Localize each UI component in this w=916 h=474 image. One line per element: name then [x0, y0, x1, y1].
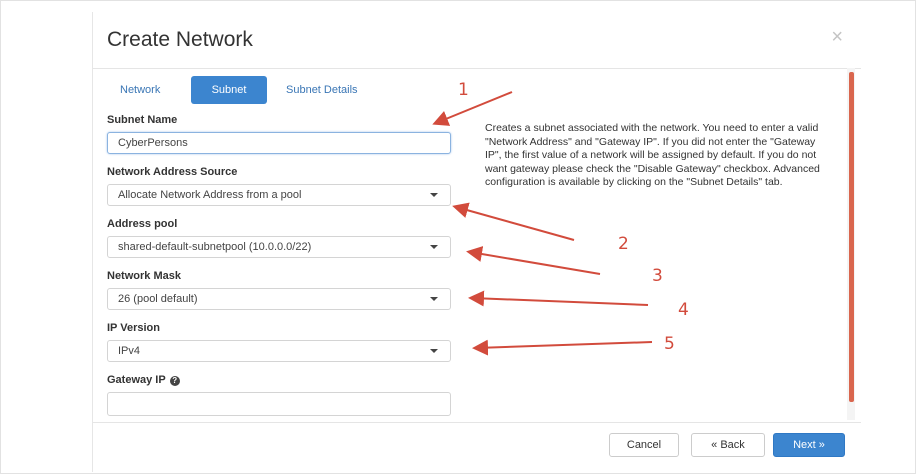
- annotation-number-3: 3: [652, 266, 663, 286]
- question-circle-icon[interactable]: ?: [169, 376, 180, 386]
- chevron-down-icon: [430, 349, 438, 353]
- network-mask-value: 26 (pool default): [118, 293, 198, 305]
- next-button[interactable]: Next »: [773, 433, 845, 457]
- annotation-number-1: 1: [458, 80, 469, 100]
- network-mask-label: Network Mask: [107, 270, 181, 282]
- ip-version-value: IPv4: [118, 345, 141, 357]
- modal-header: Create Network ×: [93, 12, 861, 69]
- chevron-down-icon: [430, 245, 438, 249]
- network-address-source-select[interactable]: Allocate Network Address from a pool: [107, 184, 451, 206]
- ip-version-label: IP Version: [107, 322, 160, 334]
- subnet-name-label: Subnet Name: [107, 114, 178, 126]
- network-mask-select[interactable]: 26 (pool default): [107, 288, 451, 310]
- subnet-help-text: Creates a subnet associated with the net…: [485, 122, 820, 188]
- gateway-ip-label-text: Gateway IP: [107, 374, 166, 386]
- annotation-number-5: 5: [664, 334, 675, 354]
- close-icon[interactable]: ×: [831, 26, 843, 49]
- gateway-ip-input[interactable]: [107, 392, 451, 416]
- gateway-ip-label: Gateway IP?: [107, 374, 180, 386]
- address-pool-select[interactable]: shared-default-subnetpool (10.0.0.0/22): [107, 236, 451, 258]
- modal-footer: Cancel « Back Next »: [93, 422, 861, 472]
- modal-title: Create Network: [107, 28, 253, 51]
- annotation-number-4: 4: [678, 300, 689, 320]
- network-address-source-value: Allocate Network Address from a pool: [118, 189, 302, 201]
- chevron-down-icon: [430, 297, 438, 301]
- tab-subnet-details[interactable]: Subnet Details: [273, 76, 397, 104]
- chevron-down-icon: [430, 193, 438, 197]
- cancel-button[interactable]: Cancel: [609, 433, 679, 457]
- ip-version-select[interactable]: IPv4: [107, 340, 451, 362]
- back-button[interactable]: « Back: [691, 433, 765, 457]
- screenshot-frame: Create Network × Network Subnet Subnet D…: [0, 0, 916, 474]
- address-pool-label: Address pool: [107, 218, 178, 230]
- network-address-source-label: Network Address Source: [107, 166, 238, 178]
- tab-subnet[interactable]: Subnet: [191, 76, 267, 104]
- annotation-number-2: 2: [618, 234, 629, 254]
- tab-network[interactable]: Network: [107, 76, 193, 104]
- address-pool-value: shared-default-subnetpool (10.0.0.0/22): [118, 241, 312, 253]
- scrollbar-thumb[interactable]: [849, 72, 854, 402]
- create-network-modal: Create Network × Network Subnet Subnet D…: [92, 12, 861, 472]
- subnet-name-input[interactable]: [107, 132, 451, 154]
